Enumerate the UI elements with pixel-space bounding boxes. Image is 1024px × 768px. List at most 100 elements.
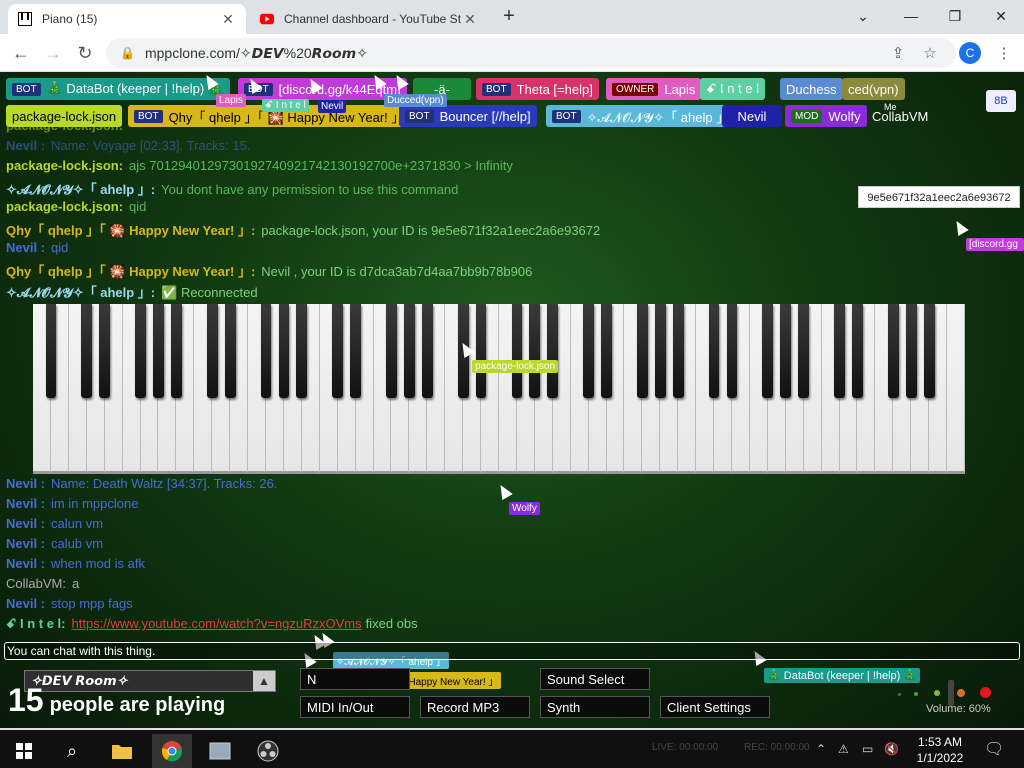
- display-icon[interactable]: ▭: [862, 742, 873, 756]
- chat-message: Nevil : calun vm: [6, 516, 104, 531]
- piano-black-key[interactable]: [404, 304, 415, 398]
- address-bar[interactable]: 🔒 mppclone.com/✧𝘿𝙀𝙑%20𝙍𝙤𝙤𝙢✧: [106, 38, 956, 68]
- status-dot: [898, 693, 901, 696]
- cursor-label-package-lock: package-lock.json: [472, 360, 559, 373]
- piano-black-key[interactable]: [278, 304, 290, 398]
- chevron-up-icon[interactable]: ⌃: [816, 742, 826, 756]
- restore-button[interactable]: ❐: [932, 0, 978, 32]
- sound-select-button[interactable]: Sound Select: [540, 668, 650, 690]
- piano-black-key[interactable]: [99, 304, 111, 398]
- bookmark-star-icon[interactable]: ☆: [920, 43, 940, 63]
- piano-white-key[interactable]: [947, 304, 965, 474]
- chrome-icon[interactable]: [152, 734, 192, 768]
- piano-black-key[interactable]: [905, 304, 917, 398]
- synth-button[interactable]: Synth: [540, 696, 650, 718]
- piano-black-key[interactable]: [637, 304, 648, 398]
- bb-button[interactable]: 8B: [986, 90, 1016, 112]
- user-tag-intel[interactable]: ꗃ I n t e l: [700, 78, 766, 100]
- close-tab-icon[interactable]: ✕: [220, 11, 236, 28]
- chat-message: ✧𝓐𝓝𝓞𝓝𝓨✧「 ahelp 」: ✅ Reconnected: [6, 285, 258, 300]
- piano-black-key[interactable]: [601, 304, 612, 398]
- piano-black-key[interactable]: [547, 304, 559, 398]
- piano-black-key[interactable]: [708, 304, 720, 398]
- piano-black-key[interactable]: [798, 304, 810, 398]
- piano-black-key[interactable]: [762, 304, 774, 398]
- user-name: Nevil: [737, 108, 767, 124]
- tab-youtube[interactable]: Channel dashboard - YouTube St ✕: [250, 4, 488, 34]
- obs-icon[interactable]: [248, 734, 288, 768]
- chat-message: Qhy「 qhelp 」「 🎇 Happy New Year! 」: Nevil …: [6, 264, 533, 279]
- speaker-muted-icon[interactable]: 🔇: [884, 742, 899, 756]
- piano-black-key[interactable]: [296, 304, 308, 398]
- piano-black-key[interactable]: [135, 304, 146, 398]
- piano-black-key[interactable]: [852, 304, 863, 398]
- midi-button[interactable]: MIDI In/Out: [300, 696, 410, 718]
- bot-badge: BOT: [134, 109, 163, 123]
- chat-message: Nevil : when mod is afk: [6, 556, 145, 571]
- user-tag-databot[interactable]: BOT 🎄 DataBot (keeper | !help) 🎄: [6, 78, 230, 100]
- piano-black-key[interactable]: [780, 304, 792, 398]
- piano-black-key[interactable]: [834, 304, 845, 398]
- client-settings-button[interactable]: Client Settings: [660, 696, 770, 718]
- piano-black-key[interactable]: [153, 304, 164, 398]
- bot-badge: BOT: [482, 82, 511, 96]
- piano-black-key[interactable]: [583, 304, 594, 398]
- chat-input[interactable]: You can chat with this thing.: [4, 642, 1020, 660]
- piano-black-key[interactable]: [81, 304, 93, 398]
- network-icon[interactable]: ⚠: [838, 742, 849, 756]
- piano-black-key[interactable]: [726, 304, 738, 398]
- back-arrow-icon[interactable]: ←: [8, 40, 34, 66]
- reload-icon[interactable]: ↻: [72, 40, 98, 66]
- user-name: Lapis: [664, 81, 696, 97]
- menu-kebab-icon[interactable]: ⋮: [994, 43, 1014, 63]
- piano-black-key[interactable]: [224, 304, 236, 398]
- tab-piano[interactable]: Piano (15) ✕: [8, 4, 246, 34]
- chevron-up-icon[interactable]: ▲: [253, 671, 275, 691]
- youtube-link[interactable]: https://www.youtube.com/watch?v=ngzuRzxO…: [72, 616, 362, 631]
- new-tab-button[interactable]: +: [498, 5, 520, 27]
- user-name: ꗃ I n t e l: [706, 81, 760, 96]
- tab-search-chevron-icon[interactable]: ⌄: [840, 0, 886, 32]
- windows-start-icon[interactable]: [4, 734, 44, 768]
- profile-avatar[interactable]: C: [959, 42, 981, 64]
- lock-icon: 🔒: [120, 46, 135, 60]
- piano-keyboard[interactable]: [33, 304, 965, 474]
- minimize-button[interactable]: —: [888, 0, 934, 32]
- piano-black-key[interactable]: [511, 304, 523, 398]
- piano-black-key[interactable]: [923, 304, 935, 398]
- piano-black-key[interactable]: [260, 304, 272, 398]
- new-room-button[interactable]: N: [300, 668, 410, 690]
- user-tag-theta[interactable]: BOT Theta [=help]: [476, 78, 599, 100]
- chat-message: Nevil : stop mpp fags: [6, 596, 133, 611]
- piano-black-key[interactable]: [887, 304, 899, 398]
- piano-black-key[interactable]: [206, 304, 218, 398]
- search-icon[interactable]: ⌕: [52, 734, 92, 768]
- piano-black-key[interactable]: [475, 304, 487, 398]
- app-window-icon[interactable]: [200, 734, 240, 768]
- notification-icon[interactable]: 🗨: [984, 739, 1004, 759]
- user-name: ✧𝓐𝓝𝓞𝓝𝓨✧「 ahelp 」: [586, 109, 730, 125]
- close-tab-icon[interactable]: ✕: [462, 11, 478, 28]
- close-window-button[interactable]: ✕: [978, 0, 1024, 32]
- browser-tab-strip: Piano (15) ✕ Channel dashboard - YouTube…: [0, 0, 1024, 34]
- piano-black-key[interactable]: [332, 304, 344, 398]
- file-explorer-icon[interactable]: [102, 734, 142, 768]
- piano-black-key[interactable]: [672, 304, 684, 398]
- piano-black-key[interactable]: [421, 304, 433, 398]
- forward-arrow-icon[interactable]: →: [40, 40, 66, 66]
- chat-message: Nevil : im in mppclone: [6, 496, 139, 511]
- piano-black-key[interactable]: [45, 304, 57, 398]
- user-tag-ced[interactable]: ced(vpn): [842, 78, 905, 100]
- record-mp3-button[interactable]: Record MP3: [420, 696, 530, 718]
- piano-black-key[interactable]: [654, 304, 666, 398]
- user-name: Theta [=help]: [516, 81, 593, 97]
- clock[interactable]: 1:53 AM 1/1/2022: [900, 734, 980, 766]
- piano-black-key[interactable]: [529, 304, 541, 398]
- status-dot: [980, 687, 991, 698]
- piano-black-key[interactable]: [350, 304, 361, 398]
- user-tag-duchess[interactable]: Duchess: [780, 78, 843, 100]
- user-tag-lapis[interactable]: OWNER Lapis: [606, 78, 702, 100]
- share-icon[interactable]: ⇪: [888, 43, 908, 63]
- piano-black-key[interactable]: [171, 304, 182, 398]
- piano-black-key[interactable]: [386, 304, 397, 398]
